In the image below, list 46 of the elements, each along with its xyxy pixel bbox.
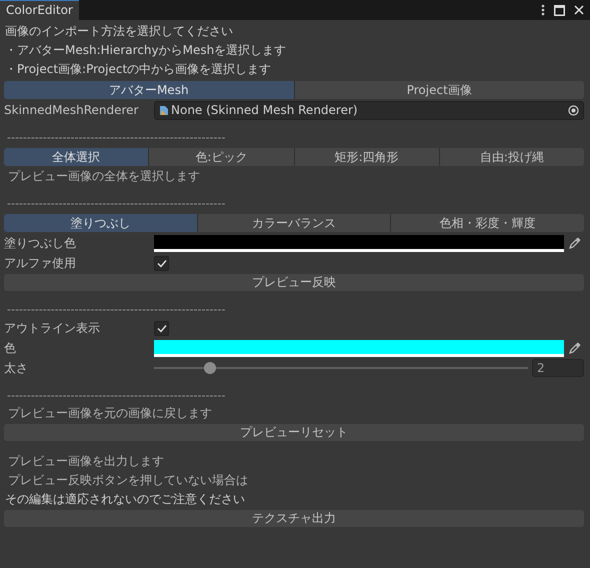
dashed-separator: ------------------------------------------------------- — [6, 302, 226, 318]
help-text: ・アバターMesh:HierarchyからMeshを選択します — [4, 42, 288, 59]
number-field[interactable]: 2 — [532, 359, 584, 377]
help-text: プレビュー画像を元の画像に戻します — [7, 405, 213, 422]
toolbar-tab[interactable]: 色:ピック — [149, 148, 294, 166]
help-text: プレビュー画像を出力します — [7, 453, 165, 470]
action-button[interactable]: プレビュー反映 — [4, 274, 584, 291]
target-icon[interactable] — [568, 104, 579, 116]
help-text: ・Project画像:Projectの中から画像を選択します — [4, 61, 272, 78]
close-icon[interactable] — [574, 5, 584, 15]
action-button[interactable]: テクスチャ出力 — [4, 510, 584, 527]
field-label: アルファ使用 — [4, 254, 77, 272]
more-icon[interactable] — [541, 4, 545, 16]
toolbar-tab[interactable]: アバターMesh — [4, 81, 294, 99]
maximize-icon[interactable] — [554, 4, 565, 16]
check-icon — [156, 258, 166, 268]
window-tab[interactable]: ColorEditor — [0, 0, 79, 20]
help-text: その編集は適応されないのでご注意ください — [4, 491, 246, 508]
toolbar-tab[interactable]: カラーバランス — [198, 214, 392, 232]
slider-track[interactable] — [154, 362, 528, 374]
help-text: 画像のインポート方法を選択してください — [4, 23, 234, 40]
object-field[interactable]: None (Skinned Mesh Renderer) — [154, 100, 584, 120]
toolbar-tab[interactable]: 色相・彩度・輝度 — [391, 214, 584, 232]
checkbox[interactable] — [154, 256, 169, 270]
slider-thumb[interactable] — [204, 362, 216, 374]
action-button[interactable]: プレビューリセット — [4, 424, 584, 441]
dashed-separator: ------------------------------------------------------- — [6, 130, 226, 146]
color-swatch[interactable] — [154, 234, 564, 252]
checkbox[interactable] — [154, 320, 169, 336]
toolbar-tab[interactable]: 全体選択 — [4, 148, 150, 166]
toolbar-tab[interactable]: Project画像 — [294, 81, 584, 99]
toolbar-tab[interactable]: 自由:投げ縄 — [440, 148, 584, 166]
toolbar-tab[interactable]: 塗りつぶし — [4, 214, 198, 232]
dashed-separator: ------------------------------------------------------- — [6, 196, 226, 212]
field-label: SkinnedMeshRenderer — [4, 103, 140, 117]
check-icon — [156, 324, 166, 332]
field-label: 塗りつぶし色 — [4, 234, 77, 252]
toolbar-tab[interactable]: 矩形:四角形 — [294, 148, 440, 166]
mesh-icon — [159, 104, 169, 116]
field-label: 色 — [4, 340, 17, 356]
field-label: アウトライン表示 — [4, 320, 101, 336]
color-swatch[interactable] — [154, 340, 564, 356]
field-label: 太さ — [4, 360, 29, 376]
dashed-separator: ------------------------------------------------------- — [6, 388, 226, 404]
help-text: プレビュー反映ボタンを押していない場合は — [7, 472, 249, 489]
help-text: プレビュー画像の全体を選択します — [7, 168, 201, 185]
